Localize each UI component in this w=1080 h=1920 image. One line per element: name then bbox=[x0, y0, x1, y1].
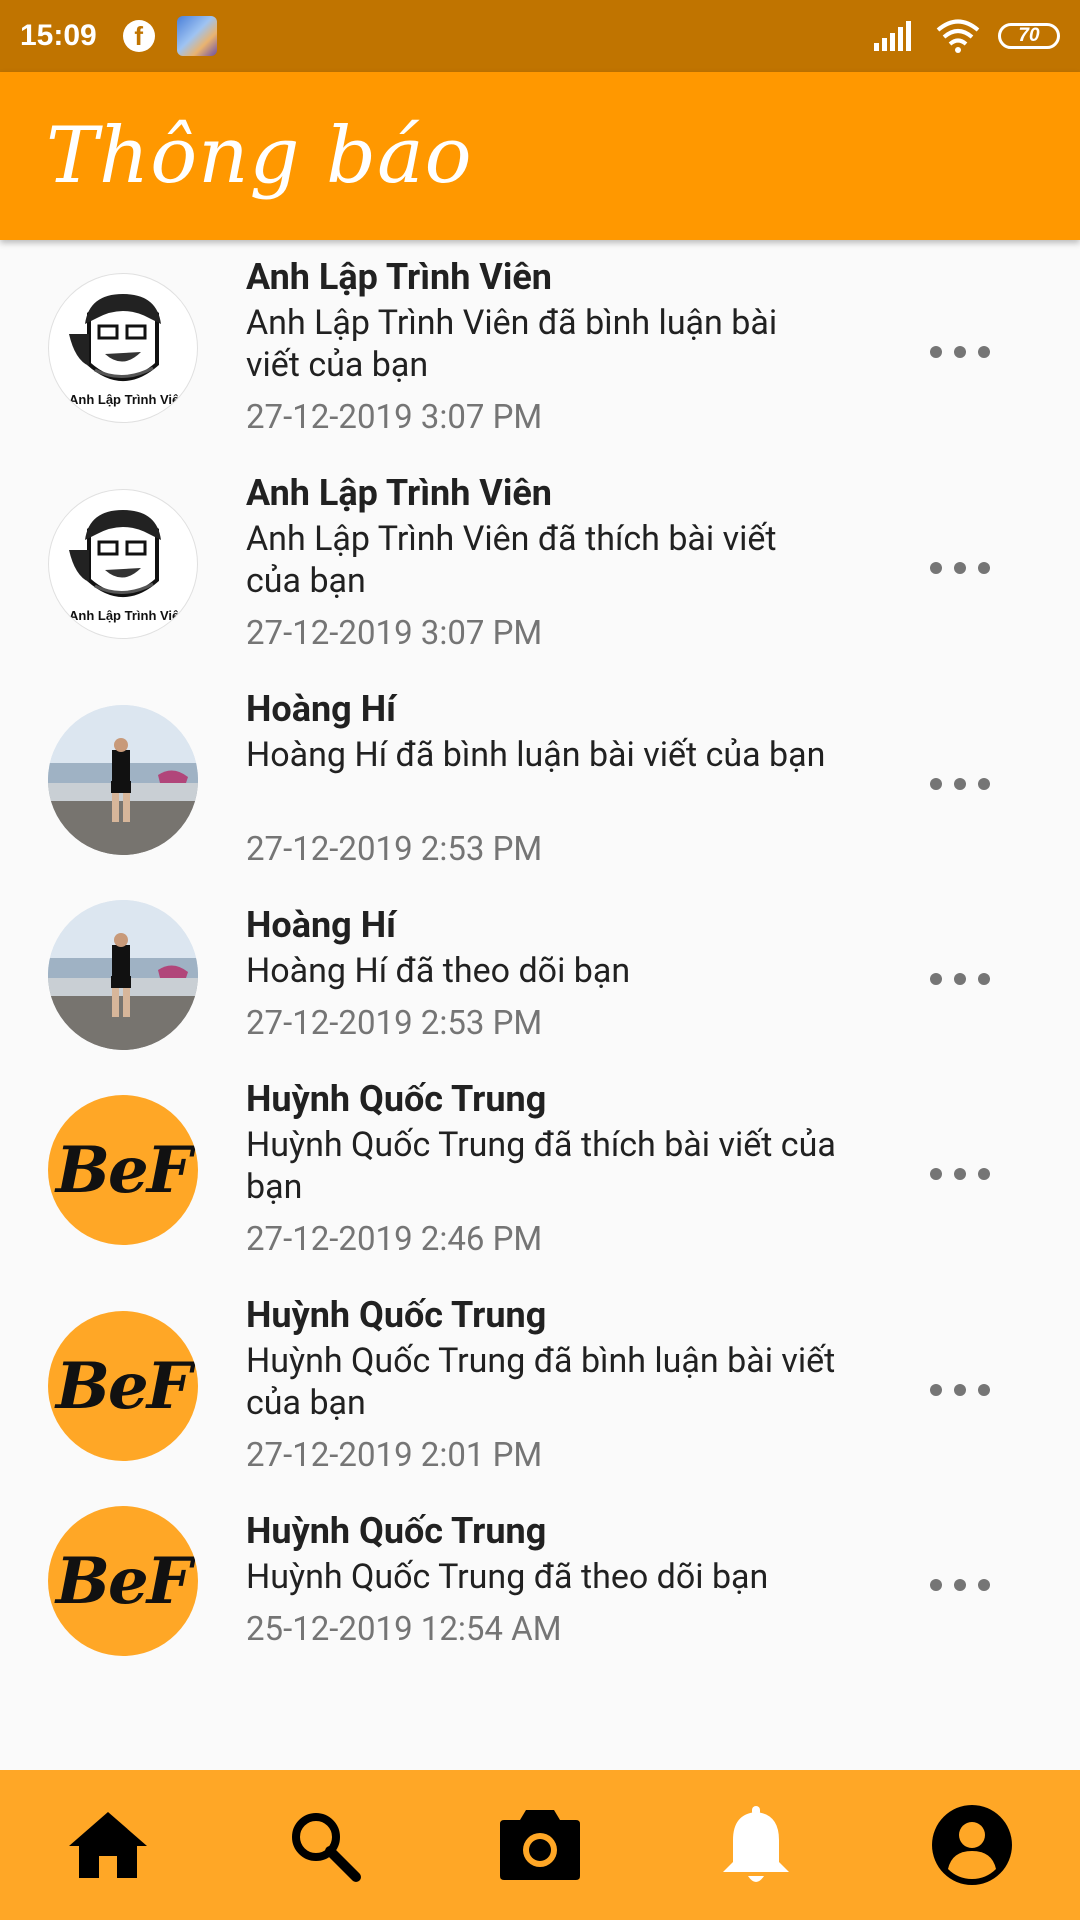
notification-message: Huỳnh Quốc Trung đã theo dõi bạn bbox=[246, 1557, 769, 1597]
avatar[interactable]: Anh Lập Trình Viên bbox=[48, 273, 198, 423]
notification-sender-name: Anh Lập Trình Viên bbox=[246, 256, 552, 298]
search-icon bbox=[292, 1813, 361, 1882]
more-dot-icon bbox=[930, 778, 942, 790]
notification-timestamp: 27-12-2019 3:07 PM bbox=[246, 398, 543, 437]
beach-photo-image bbox=[48, 900, 198, 1050]
more-dot-icon bbox=[930, 346, 942, 358]
facebook-icon: f bbox=[122, 20, 155, 52]
avatar[interactable]: BeF bbox=[48, 1506, 198, 1656]
notification-message: Hoàng Hí đã bình luận bài viết của bạn bbox=[246, 735, 826, 775]
notification-sender-name: Anh Lập Trình Viên bbox=[246, 472, 552, 514]
beach-photo-image bbox=[48, 705, 198, 855]
notification-sender-name: Huỳnh Quốc Trung bbox=[246, 1294, 547, 1336]
nav-home-button[interactable] bbox=[58, 1795, 158, 1895]
home-icon bbox=[69, 1812, 147, 1878]
avatar[interactable]: BeF bbox=[48, 1095, 198, 1245]
more-dot-icon bbox=[978, 1579, 990, 1591]
more-dot-icon bbox=[954, 1168, 966, 1180]
game-app-icon bbox=[176, 16, 217, 56]
more-dot-icon bbox=[954, 1579, 966, 1591]
avatar[interactable]: Anh Lập Trình Viên bbox=[48, 489, 198, 639]
signal-icon bbox=[874, 21, 911, 51]
status-time: 15:09 bbox=[20, 19, 97, 52]
notification-sender-name: Huỳnh Quốc Trung bbox=[246, 1510, 547, 1552]
nav-notifications-button[interactable] bbox=[706, 1795, 806, 1895]
avatar-logo-text: BeF bbox=[55, 1348, 192, 1424]
wifi-icon bbox=[936, 19, 980, 53]
avatar[interactable]: BeF bbox=[48, 1311, 198, 1461]
more-dot-icon bbox=[954, 562, 966, 574]
notification-message: Anh Lập Trình Viên đã thích bài viết của… bbox=[246, 519, 777, 601]
more-options-button[interactable] bbox=[930, 548, 990, 588]
more-options-button[interactable] bbox=[930, 959, 990, 999]
status-bar: 15:09 f 70 bbox=[0, 0, 1080, 72]
more-dot-icon bbox=[930, 1579, 942, 1591]
notification-message: Hoàng Hí đã theo dõi bạn bbox=[246, 951, 631, 991]
nav-profile-button[interactable] bbox=[922, 1795, 1022, 1895]
account-icon bbox=[932, 1805, 1012, 1885]
app-bar: Thông báo bbox=[0, 72, 1080, 240]
avatar-logo-text: BeF bbox=[55, 1543, 192, 1619]
more-dot-icon bbox=[954, 778, 966, 790]
more-dot-icon bbox=[954, 973, 966, 985]
avatar[interactable] bbox=[48, 705, 198, 855]
more-dot-icon bbox=[954, 1384, 966, 1396]
more-dot-icon bbox=[978, 1168, 990, 1180]
notification-message: Huỳnh Quốc Trung đã bình luận bài viết c… bbox=[246, 1341, 836, 1423]
notification-timestamp: 27-12-2019 3:07 PM bbox=[246, 614, 543, 653]
battery-indicator: 70 bbox=[998, 23, 1060, 49]
more-dot-icon bbox=[930, 1384, 942, 1396]
more-options-button[interactable] bbox=[930, 1370, 990, 1410]
notification-timestamp: 27-12-2019 2:01 PM bbox=[246, 1436, 543, 1475]
notification-message: Huỳnh Quốc Trung đã thích bài viết của b… bbox=[246, 1125, 836, 1207]
bottom-navigation bbox=[0, 1770, 1080, 1920]
camera-icon bbox=[500, 1810, 580, 1880]
more-dot-icon bbox=[978, 778, 990, 790]
more-dot-icon bbox=[930, 1168, 942, 1180]
notification-timestamp: 27-12-2019 2:53 PM bbox=[246, 830, 543, 869]
more-options-button[interactable] bbox=[930, 764, 990, 804]
page-title: Thông báo bbox=[46, 111, 473, 201]
avatar[interactable] bbox=[48, 900, 198, 1050]
avatar-caption: Anh Lập Trình Viên bbox=[69, 608, 188, 623]
more-dot-icon bbox=[978, 346, 990, 358]
avatar-logo-text: BeF bbox=[55, 1132, 192, 1208]
more-dot-icon bbox=[930, 973, 942, 985]
nav-camera-button[interactable] bbox=[490, 1795, 590, 1895]
notification-timestamp: 27-12-2019 2:46 PM bbox=[246, 1220, 543, 1259]
more-dot-icon bbox=[978, 973, 990, 985]
more-options-button[interactable] bbox=[930, 1154, 990, 1194]
notification-sender-name: Huỳnh Quốc Trung bbox=[246, 1078, 547, 1120]
bell-icon bbox=[723, 1806, 789, 1882]
more-options-button[interactable] bbox=[930, 1565, 990, 1605]
more-dot-icon bbox=[954, 346, 966, 358]
notification-message: Anh Lập Trình Viên đã bình luận bài viết… bbox=[246, 303, 778, 385]
nav-search-button[interactable] bbox=[274, 1795, 374, 1895]
more-dot-icon bbox=[930, 562, 942, 574]
notification-sender-name: Hoàng Hí bbox=[246, 688, 396, 730]
more-options-button[interactable] bbox=[930, 332, 990, 372]
avatar-caption: Anh Lập Trình Viên bbox=[69, 392, 188, 407]
more-dot-icon bbox=[978, 1384, 990, 1396]
notification-timestamp: 27-12-2019 2:53 PM bbox=[246, 1004, 543, 1043]
notification-timestamp: 25-12-2019 12:54 AM bbox=[246, 1610, 562, 1649]
more-dot-icon bbox=[978, 562, 990, 574]
notification-sender-name: Hoàng Hí bbox=[246, 904, 396, 946]
